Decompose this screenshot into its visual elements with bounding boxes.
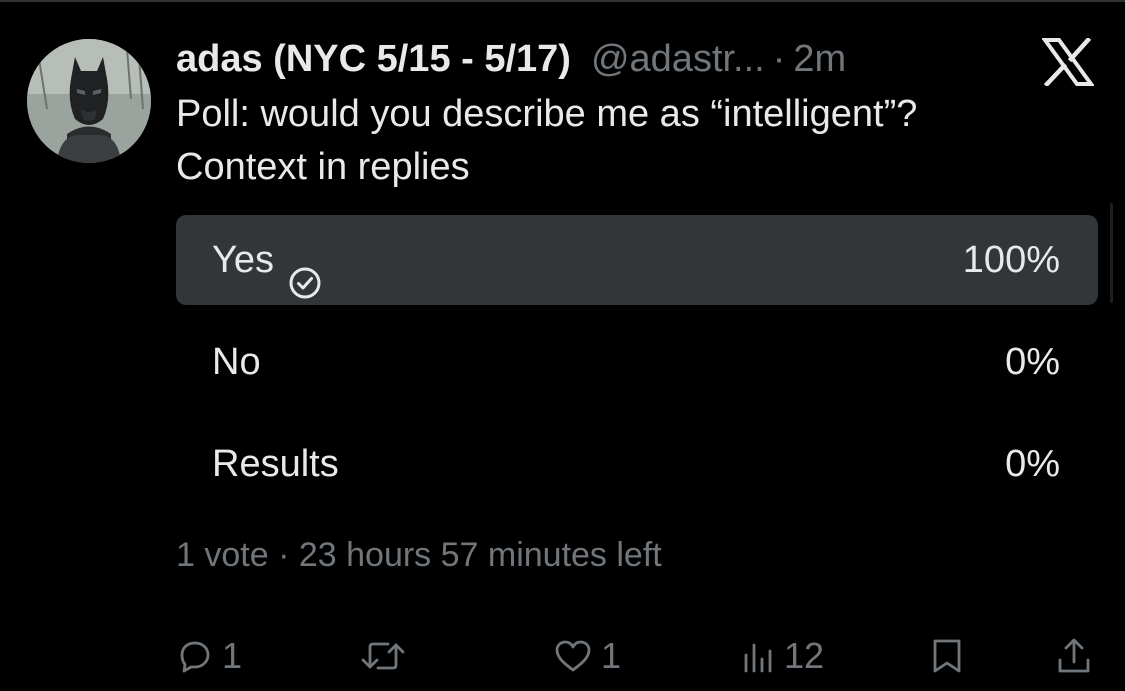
poll-option-label: Yes (212, 239, 274, 281)
poll-option-percent: 0% (1005, 443, 1060, 485)
tweet-text-line: Poll: would you describe me as “intellig… (176, 93, 918, 135)
heart-icon (553, 637, 593, 675)
author-name[interactable]: adas (NYC 5/15 - 5/17) (176, 36, 571, 82)
poll-option-percent: 100% (962, 239, 1060, 281)
scrollbar[interactable] (1110, 203, 1113, 303)
tweet-header: adas (NYC 5/15 - 5/17) @adastr... · 2m (176, 36, 846, 82)
poll-option-percent: 0% (1005, 341, 1060, 383)
reply-count: 1 (222, 635, 243, 676)
header-separator: · (772, 38, 786, 80)
reply-icon (176, 637, 214, 675)
avatar-image (27, 39, 151, 163)
poll-option-no[interactable]: No 0% (176, 317, 1098, 407)
meta-separator: · (278, 536, 290, 574)
like-count: 1 (601, 635, 622, 676)
action-bar: 1 1 12 (0, 628, 1125, 684)
poll: Yes 100% No 0% Results 0% (176, 215, 1098, 521)
bookmark-icon (930, 636, 964, 676)
author-handle[interactable]: @adastr... (591, 36, 765, 82)
poll-option-yes[interactable]: Yes 100% (176, 215, 1098, 305)
timestamp[interactable]: 2m (793, 36, 846, 82)
reply-button[interactable]: 1 (176, 628, 242, 684)
x-logo-icon[interactable] (1041, 36, 1095, 88)
vote-count: 1 vote (176, 536, 269, 574)
views-icon (742, 637, 776, 675)
poll-meta: 1 vote · 23 hours 57 minutes left (176, 533, 662, 577)
check-circle-icon (288, 243, 322, 299)
views-button[interactable]: 12 (742, 628, 824, 684)
time-left: 23 hours 57 minutes left (298, 536, 662, 574)
like-button[interactable]: 1 (553, 628, 621, 684)
views-count: 12 (784, 635, 825, 676)
top-divider (0, 0, 1125, 2)
tweet-text-line: Context in replies (176, 146, 470, 188)
poll-option-results[interactable]: Results 0% (176, 419, 1098, 509)
share-icon (1054, 636, 1094, 676)
tweet-text: Poll: would you describe me as “intellig… (176, 88, 1076, 194)
bookmark-button[interactable] (930, 628, 964, 684)
repost-icon (358, 637, 408, 675)
share-button[interactable] (1054, 628, 1094, 684)
repost-button[interactable] (358, 628, 416, 684)
poll-option-label: No (212, 341, 261, 383)
poll-option-label: Results (212, 443, 339, 485)
avatar[interactable] (27, 39, 151, 163)
